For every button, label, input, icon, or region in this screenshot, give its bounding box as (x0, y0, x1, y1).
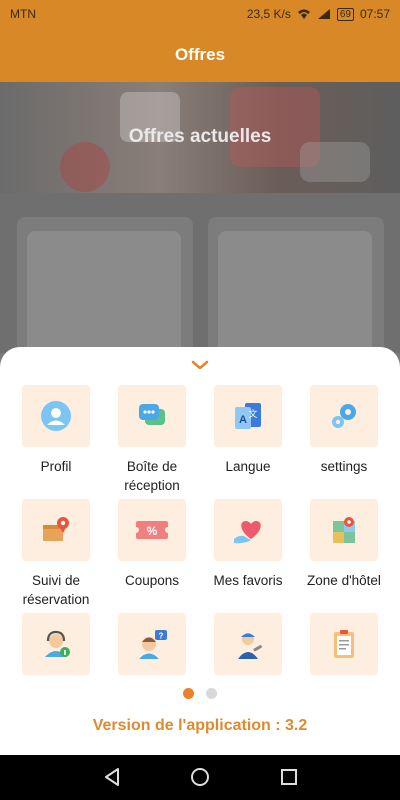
menu-item-label: Langue (225, 459, 271, 474)
system-navigation-bar (0, 755, 400, 800)
chevron-down-icon[interactable] (188, 353, 212, 377)
menu-item-settings[interactable]: settings (296, 385, 392, 476)
carrier-label: MTN (10, 7, 36, 21)
app-bar: Offres (0, 28, 400, 82)
chat-icon (139, 404, 165, 425)
translate-icon: A文 (235, 403, 261, 429)
support-agent-icon (45, 630, 70, 657)
status-bar: MTN 23,5 K/s 69 07:57 (0, 0, 400, 28)
signal-icon (317, 9, 330, 19)
menu-bottom-sheet: Profil Boîte de réception A文 Langue sett… (0, 347, 400, 755)
offers-list (0, 193, 400, 361)
offer-card[interactable] (208, 217, 384, 361)
network-speed: 23,5 K/s (246, 7, 291, 21)
menu-item-favorites[interactable]: Mes favoris (200, 499, 296, 590)
menu-item-booking-tracking[interactable]: Suivi de réservation (8, 499, 104, 609)
offers-banner[interactable]: Offres actuelles (0, 82, 400, 193)
gear-icon (332, 404, 356, 428)
menu-item-support[interactable] (8, 613, 104, 685)
clock: 07:57 (359, 7, 390, 21)
clipboard-icon (334, 630, 354, 658)
menu-item-label: Coupons (124, 573, 180, 588)
offer-image (27, 231, 181, 361)
battery-icon: 69 (336, 7, 354, 21)
menu-item-label: Boîte de réception (124, 459, 180, 493)
menu-item-inbox[interactable]: Boîte de réception (104, 385, 200, 495)
page-dot[interactable] (206, 688, 217, 699)
menu-item-label: settings (320, 459, 368, 474)
menu-item-maintenance[interactable] (200, 613, 296, 685)
menu-item-language[interactable]: A文 Langue (200, 385, 296, 476)
menu-item-profile[interactable]: Profil (8, 385, 104, 476)
recent-apps-icon[interactable] (277, 765, 301, 789)
svg-text:A: A (239, 414, 247, 426)
page-dot-active[interactable] (183, 688, 194, 699)
package-location-icon (43, 517, 69, 541)
menu-item-label: Mes favoris (213, 573, 283, 588)
offer-image (218, 231, 372, 361)
menu-item-clipboard[interactable] (296, 613, 392, 685)
menu-item-faq[interactable]: ? (104, 613, 200, 685)
banner-title: Offres actuelles (128, 126, 272, 147)
menu-item-hotel-zone[interactable]: Zone d'hôtel (296, 499, 392, 590)
back-icon[interactable] (100, 765, 124, 789)
home-icon[interactable] (188, 765, 212, 789)
menu-item-label: Profil (40, 459, 72, 474)
wifi-icon (297, 9, 310, 19)
svg-text:?: ? (159, 632, 164, 641)
coupon-icon: % (134, 521, 170, 539)
app-version: Version de l'application : 3.2 (92, 717, 308, 734)
offer-card[interactable] (17, 217, 193, 361)
profile-icon (41, 401, 71, 431)
heart-hand-icon (234, 521, 261, 544)
page-indicator (0, 688, 400, 699)
svg-text:%: % (147, 524, 158, 538)
map-icon (333, 517, 355, 543)
svg-text:文: 文 (248, 408, 257, 419)
menu-item-label: Zone d'hôtel (307, 573, 381, 588)
mechanic-icon (238, 633, 262, 659)
page-title: Offres (174, 45, 226, 64)
menu-item-coupons[interactable]: % Coupons (104, 499, 200, 590)
menu-item-label: Suivi de réservation (22, 573, 90, 607)
faq-person-icon: ? (139, 630, 167, 659)
